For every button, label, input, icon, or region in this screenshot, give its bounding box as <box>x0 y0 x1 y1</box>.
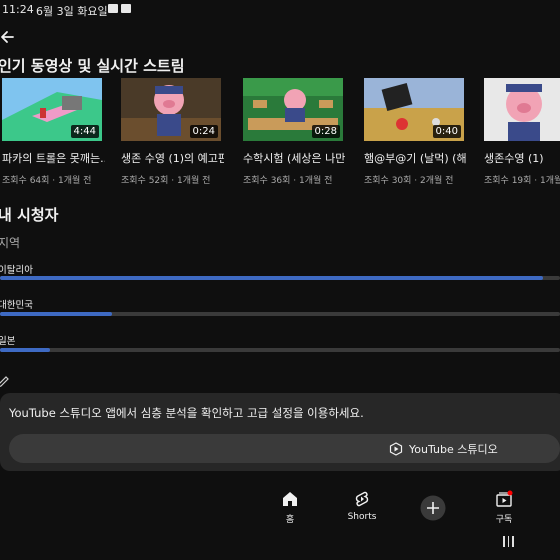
video-card[interactable]: 4:44 파카의 트롤은 못깨는... 조회수 64회 · 1개월 전 <box>2 78 105 186</box>
video-title[interactable]: 생존 수영 (1)의 예고편 <box>121 150 224 166</box>
video-duration: 0:24 <box>189 125 218 138</box>
nav-create-button[interactable] <box>408 495 458 521</box>
video-card[interactable]: 0:28 수학시험 (세상은 나만... 조회수 36회 · 1개월 전 <box>243 78 346 186</box>
video-duration: 4:44 <box>70 125 99 138</box>
region-label: 지역 <box>0 236 21 250</box>
video-thumbnail[interactable]: 0:24 <box>121 78 221 141</box>
video-meta: 조회수 36회 · 1개월 전 <box>243 176 333 186</box>
video-thumbnail[interactable]: 4:44 <box>2 78 102 141</box>
video-duration: 0:40 <box>432 125 461 138</box>
region-bar-fill <box>0 276 544 280</box>
region-name: 대한민국 <box>0 300 33 311</box>
shorts-icon <box>355 491 369 507</box>
status-date: 6월 3일 화요일 <box>36 5 108 18</box>
video-duration: 0:28 <box>311 125 340 138</box>
video-meta: 조회수 64회 · 1개월 전 <box>2 176 92 186</box>
video-card[interactable]: 0:40 햄@부@기 (날먹) (해피... 조회수 30회 · 2개월 전 <box>364 78 467 186</box>
status-bar: 11:24 6월 3일 화요일 <box>0 0 560 20</box>
plus-icon <box>420 495 446 521</box>
audience-title: 내 시청자 <box>0 206 59 224</box>
video-card[interactable]: 0:24 생존 수영 (1)의 예고편 조회수 52회 · 1개월 전 <box>121 78 224 186</box>
nav-home[interactable]: 홈 <box>265 490 315 525</box>
nav-home-label: 홈 <box>285 515 295 525</box>
nav-subscriptions[interactable]: 구독 <box>479 490 529 525</box>
video-meta: 조회수 19회 · 1개월 전 <box>484 176 560 186</box>
region-bar <box>0 276 560 280</box>
video-title[interactable]: 생존수영 (1) <box>484 150 560 166</box>
video-meta: 조회수 52회 · 1개월 전 <box>121 176 211 186</box>
studio-button-label: YouTube 스튜디오 <box>409 443 498 456</box>
home-icon <box>283 492 297 506</box>
back-button[interactable] <box>0 28 20 46</box>
nav-shorts-label: Shorts <box>347 512 377 522</box>
region-bar <box>0 312 560 316</box>
region-name: 일본 <box>0 336 16 347</box>
subscriptions-icon <box>496 490 513 507</box>
region-bar-fill <box>0 312 112 316</box>
video-card[interactable]: 생존수영 (1) 조회수 19회 · 1개월 전 <box>484 78 560 186</box>
folder-notification-icon <box>121 4 131 13</box>
studio-icon <box>389 442 403 456</box>
video-title[interactable]: 수학시험 (세상은 나만... <box>243 150 346 166</box>
region-name: 이탈리아 <box>0 265 33 276</box>
popular-videos-title: 인기 동영상 및 실시간 스트림 <box>0 57 185 75</box>
video-title[interactable]: 햄@부@기 (날먹) (해피... <box>364 150 467 166</box>
studio-promo-banner: YouTube 스튜디오 앱에서 심층 분석을 확인하고 고급 설정을 이용하세… <box>0 393 560 471</box>
video-carousel[interactable]: 4:44 파카의 트롤은 못깨는... 조회수 64회 · 1개월 전 0:24… <box>0 78 560 188</box>
region-bar-fill <box>0 348 51 352</box>
nav-subscriptions-label: 구독 <box>495 515 513 525</box>
video-title[interactable]: 파카의 트롤은 못깨는... <box>2 150 105 166</box>
recent-apps-icon <box>503 536 505 547</box>
back-arrow-icon <box>1 31 14 43</box>
open-studio-button[interactable]: YouTube 스튜디오 <box>9 434 560 463</box>
gallery-notification-icon <box>108 4 118 13</box>
nav-shorts[interactable]: Shorts <box>337 490 387 522</box>
studio-promo-text: YouTube 스튜디오 앱에서 심층 분석을 확인하고 고급 설정을 이용하세… <box>9 406 364 420</box>
video-thumbnail[interactable]: 0:28 <box>243 78 343 141</box>
region-bar <box>0 348 560 352</box>
edit-pencil-icon[interactable] <box>0 374 10 388</box>
status-time: 11:24 <box>2 3 34 16</box>
video-meta: 조회수 30회 · 2개월 전 <box>364 176 454 186</box>
recent-apps-button[interactable] <box>503 536 515 548</box>
video-thumbnail[interactable] <box>484 78 560 141</box>
video-thumbnail[interactable]: 0:40 <box>364 78 464 141</box>
